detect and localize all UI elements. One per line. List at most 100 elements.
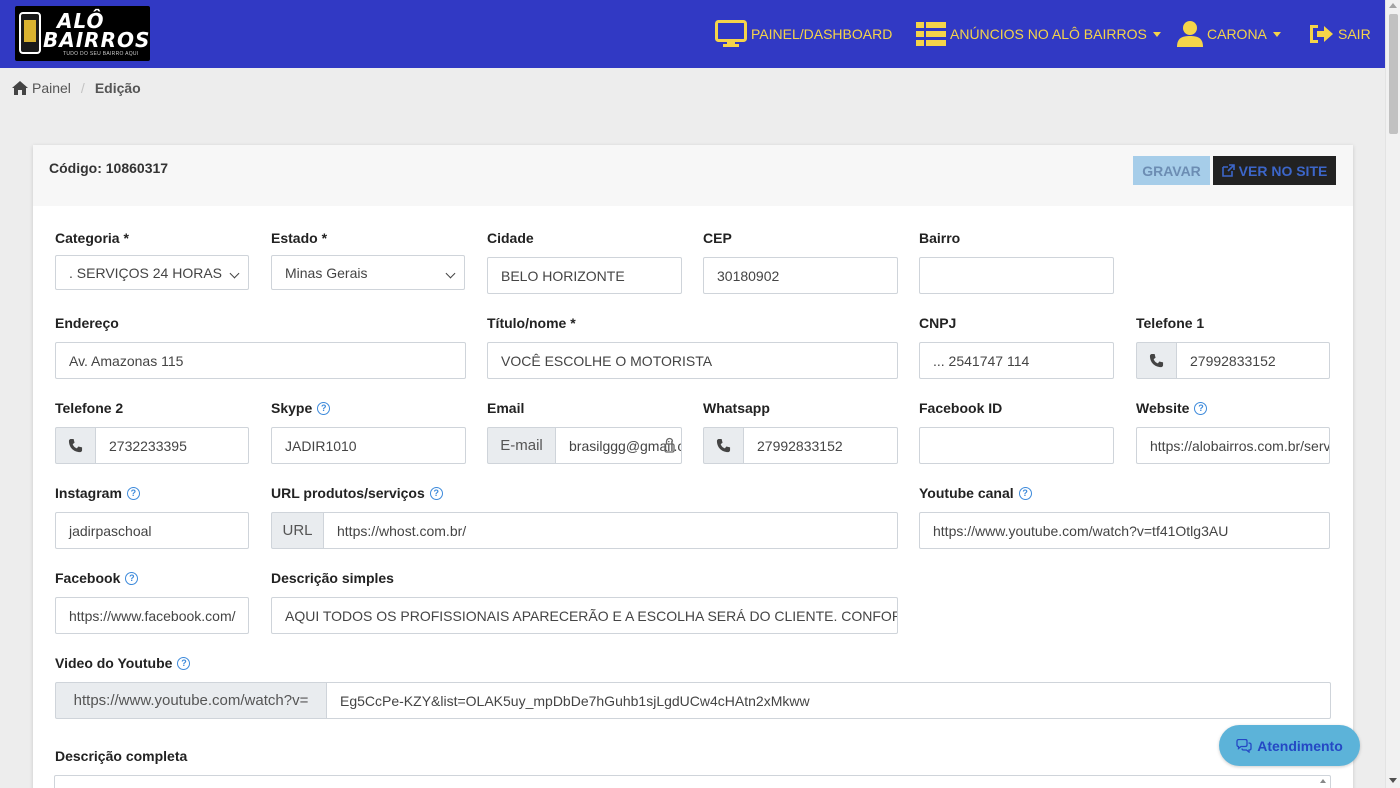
video-youtube-label-text: Video do Youtube <box>55 655 173 671</box>
facebook-label-text: Facebook <box>55 570 121 586</box>
descricao-simples-label: Descrição simples <box>271 570 394 586</box>
estado-select[interactable]: Minas Gerais <box>271 255 465 290</box>
endereco-value: Av. Amazonas 115 <box>69 352 184 369</box>
youtube-canal-value: https://www.youtube.com/watch?v=tf41Otlg… <box>933 522 1229 539</box>
email-addon: E-mail <box>487 427 556 464</box>
chat-bubbles-icon <box>1236 738 1252 753</box>
nav-carona-label: CARONA <box>1207 26 1267 42</box>
telefone1-value: 27992833152 <box>1190 352 1276 369</box>
breadcrumb-separator: / <box>80 80 85 96</box>
telefone2-input[interactable]: 2732233395 <box>96 427 249 464</box>
url-produtos-input[interactable]: https://whost.com.br/ <box>324 512 898 549</box>
list-icon <box>916 21 946 47</box>
endereco-label: Endereço <box>55 315 119 331</box>
telefone2-label: Telefone 2 <box>55 400 124 416</box>
scroll-down-arrow-icon[interactable] <box>1389 778 1397 783</box>
scroll-up-arrow-icon[interactable] <box>1389 3 1397 8</box>
cnpj-value: ... 2541747 114 <box>933 352 1030 369</box>
user-icon <box>1177 20 1203 48</box>
youtube-canal-input[interactable]: https://www.youtube.com/watch?v=tf41Otlg… <box>919 512 1330 549</box>
question-circle-icon[interactable]: ? <box>126 486 140 500</box>
card-header: Código: 10860317 GRAVAR VER NO SITE <box>33 145 1353 206</box>
url-addon: URL <box>271 512 324 549</box>
breadcrumb: Painel / Edição <box>12 80 141 96</box>
breadcrumb-painel-link[interactable]: Painel <box>32 80 71 96</box>
instagram-value: jadirpaschoal <box>69 522 152 539</box>
video-youtube-value: Eg5CcPe-KZY&list=OLAK5uy_mpDbDe7hGuhb1sj… <box>340 692 810 709</box>
email-label: Email <box>487 400 525 416</box>
cep-value: 30180902 <box>717 267 780 284</box>
save-button[interactable]: GRAVAR <box>1133 156 1210 185</box>
atendimento-chat-button[interactable]: Atendimento <box>1219 725 1360 766</box>
endereco-input[interactable]: Av. Amazonas 115 <box>55 342 466 379</box>
question-circle-icon[interactable]: ? <box>429 486 443 500</box>
bairro-label: Bairro <box>919 230 961 246</box>
video-youtube-addon: https://www.youtube.com/watch?v= <box>55 682 327 719</box>
descricao-simples-value: AQUI TODOS OS PROFISSIONAIS APARECERÃO E… <box>285 607 897 624</box>
phone-icon <box>1149 353 1164 368</box>
telefone2-addon <box>55 427 96 464</box>
email-input[interactable]: brasilggg@gmail.com <box>556 427 682 464</box>
instagram-label-text: Instagram <box>55 485 122 501</box>
cidade-input[interactable]: BELO HORIZONTE <box>487 257 682 294</box>
home-icon <box>12 81 28 95</box>
breadcrumb-current: Edição <box>94 80 141 96</box>
textarea-scroll-up-icon[interactable] <box>1320 779 1326 783</box>
website-value: https://alobairros.com.br/servicos <box>1150 437 1330 454</box>
whatsapp-value: 27992833152 <box>757 437 843 454</box>
titulo-input[interactable]: VOCÊ ESCOLHE O MOTORISTA <box>487 342 898 379</box>
lock-icon <box>664 437 675 453</box>
categoria-value: . SERVIÇOS 24 HORAS <box>69 264 223 281</box>
bairro-input[interactable] <box>919 257 1114 294</box>
facebook-id-input[interactable] <box>919 427 1114 464</box>
phone-icon <box>68 438 83 453</box>
whatsapp-input[interactable]: 27992833152 <box>744 427 898 464</box>
video-youtube-input[interactable]: Eg5CcPe-KZY&list=OLAK5uy_mpDbDe7hGuhb1sj… <box>327 682 1331 719</box>
view-on-site-button[interactable]: VER NO SITE <box>1213 156 1336 185</box>
cep-label: CEP <box>703 230 732 246</box>
question-circle-icon[interactable]: ? <box>1194 401 1208 415</box>
descricao-completa-textarea[interactable] <box>54 775 1331 788</box>
cidade-value: BELO HORIZONTE <box>501 267 625 284</box>
whatsapp-label: Whatsapp <box>703 400 770 416</box>
url-produtos-value: https://whost.com.br/ <box>337 522 467 539</box>
website-input[interactable]: https://alobairros.com.br/servicos <box>1136 427 1330 464</box>
monitor-icon <box>715 20 747 48</box>
cnpj-input[interactable]: ... 2541747 114 <box>919 342 1114 379</box>
telefone1-addon <box>1136 342 1177 379</box>
telefone2-value: 2732233395 <box>109 437 187 454</box>
categoria-select[interactable]: . SERVIÇOS 24 HORAS <box>55 255 249 290</box>
logo-line2: BAIRROS <box>43 28 151 52</box>
titulo-label: Título/nome * <box>487 315 576 331</box>
telefone1-input[interactable]: 27992833152 <box>1177 342 1330 379</box>
descricao-completa-label: Descrição completa <box>55 748 188 764</box>
estado-label: Estado * <box>271 230 328 246</box>
url-produtos-label-text: URL produtos/serviços <box>271 485 425 501</box>
top-navbar: ALÔ BAIRROS TUDO DO SEU BAIRRO AQUI PAIN… <box>0 0 1385 68</box>
scrollbar-thumb[interactable] <box>1389 14 1398 134</box>
instagram-input[interactable]: jadirpaschoal <box>55 512 249 549</box>
nav-sair-label: SAIR <box>1338 26 1371 42</box>
page-scrollbar[interactable] <box>1385 0 1400 788</box>
question-circle-icon[interactable]: ? <box>317 401 331 415</box>
question-circle-icon[interactable]: ? <box>177 656 191 670</box>
skype-label: Skype? <box>271 400 331 416</box>
nav-painel-label: PAINEL/DASHBOARD <box>751 26 893 42</box>
alo-bairros-logo[interactable]: ALÔ BAIRROS TUDO DO SEU BAIRRO AQUI <box>15 6 150 61</box>
website-label-text: Website <box>1136 400 1190 416</box>
descricao-simples-input[interactable]: AQUI TODOS OS PROFISSIONAIS APARECERÃO E… <box>271 597 898 634</box>
external-link-icon <box>1221 164 1235 177</box>
question-circle-icon[interactable]: ? <box>125 571 139 585</box>
nav-painel-dashboard[interactable]: PAINEL/DASHBOARD <box>715 0 892 68</box>
cep-input[interactable]: 30180902 <box>703 257 898 294</box>
skype-value: JADIR1010 <box>285 437 357 454</box>
skype-input[interactable]: JADIR1010 <box>271 427 466 464</box>
nav-anuncios-label: ANÚNCIOS NO ALÔ BAIRROS <box>950 26 1147 42</box>
nav-sair[interactable]: SAIR <box>1308 0 1371 68</box>
video-youtube-label: Video do Youtube? <box>55 655 191 671</box>
nav-carona[interactable]: CARONA <box>1177 0 1281 68</box>
nav-anuncios[interactable]: ANÚNCIOS NO ALÔ BAIRROS <box>916 0 1161 68</box>
url-produtos-label: URL produtos/serviços? <box>271 485 443 501</box>
facebook-input[interactable]: https://www.facebook.com/ <box>55 597 249 634</box>
question-circle-icon[interactable]: ? <box>1018 486 1032 500</box>
